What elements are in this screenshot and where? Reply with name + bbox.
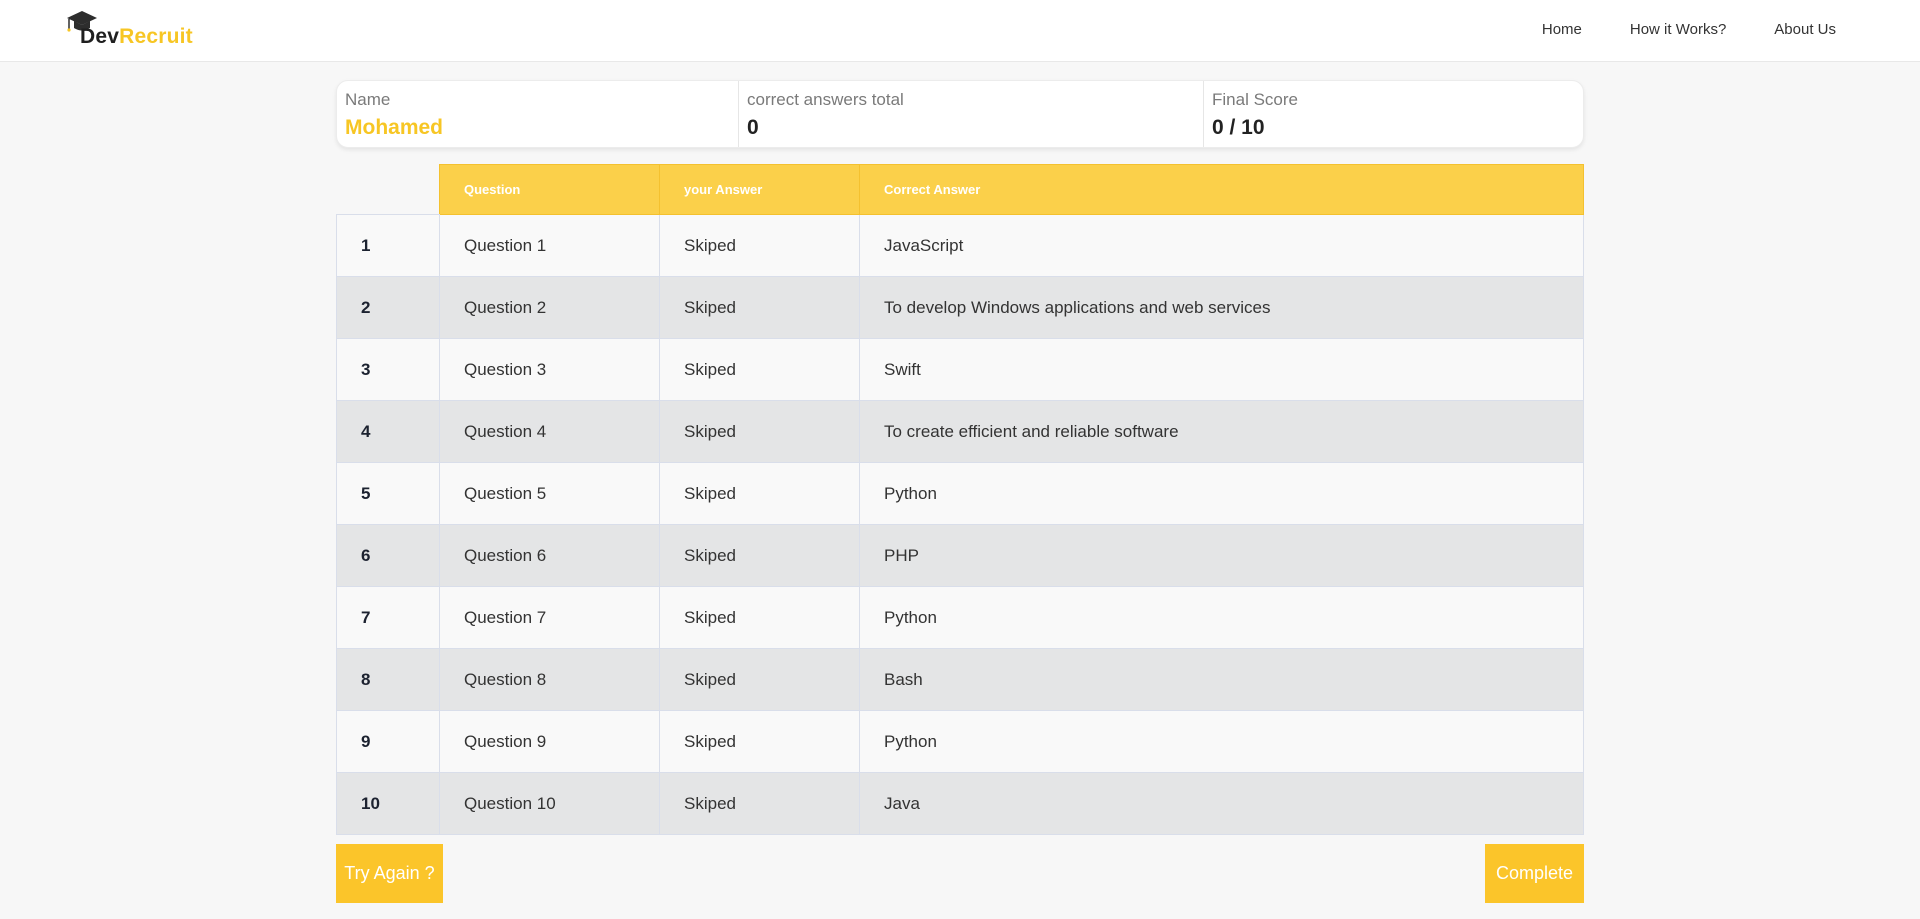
row-question: Question 2 <box>439 276 660 339</box>
name-label: Name <box>345 90 391 109</box>
table-row: 5 Question 5 Skiped Python <box>336 462 1584 525</box>
row-number: 8 <box>336 648 440 711</box>
row-question: Question 1 <box>439 214 660 277</box>
top-navbar: DevRecruit Home How it Works? About Us <box>0 0 1920 62</box>
summary-correct-cell: correct answers total 0 <box>739 81 1204 147</box>
results-table: Question your Answer Correct Answer 1 Qu… <box>336 164 1584 835</box>
nav-how-it-works-link[interactable]: How it Works? <box>1630 21 1726 38</box>
row-question: Question 3 <box>439 338 660 401</box>
table-row: 2 Question 2 Skiped To develop Windows a… <box>336 276 1584 339</box>
row-question: Question 5 <box>439 462 660 525</box>
brand-logo[interactable]: DevRecruit <box>66 9 193 49</box>
row-correct-answer: To create efficient and reliable softwar… <box>859 400 1584 463</box>
complete-button[interactable]: Complete <box>1485 844 1584 903</box>
table-row: 4 Question 4 Skiped To create efficient … <box>336 400 1584 463</box>
nav-home-link[interactable]: Home <box>1542 21 1582 38</box>
row-number: 10 <box>336 772 440 835</box>
nav-about-us-link[interactable]: About Us <box>1774 21 1836 38</box>
table-row: 6 Question 6 Skiped PHP <box>336 524 1584 587</box>
row-number: 4 <box>336 400 440 463</box>
name-value: Mohamed <box>345 116 444 139</box>
row-question: Question 6 <box>439 524 660 587</box>
brand-dev-text: Dev <box>80 25 120 48</box>
row-correct-answer: PHP <box>859 524 1584 587</box>
row-your-answer: Skiped <box>659 276 860 339</box>
row-question: Question 7 <box>439 586 660 649</box>
row-correct-answer: Python <box>859 586 1584 649</box>
row-question: Question 10 <box>439 772 660 835</box>
table-header-row: Question your Answer Correct Answer <box>336 164 1584 215</box>
table-row: 7 Question 7 Skiped Python <box>336 586 1584 649</box>
table-row: 10 Question 10 Skiped Java <box>336 772 1584 835</box>
table-row: 8 Question 8 Skiped Bash <box>336 648 1584 711</box>
row-number: 5 <box>336 462 440 525</box>
row-correct-answer: Java <box>859 772 1584 835</box>
row-your-answer: Skiped <box>659 214 860 277</box>
main-nav: Home How it Works? About Us <box>1542 21 1836 38</box>
row-correct-answer: To develop Windows applications and web … <box>859 276 1584 339</box>
final-score-value: 0 / 10 <box>1212 116 1265 139</box>
correct-total-label: correct answers total <box>747 90 904 109</box>
row-your-answer: Skiped <box>659 524 860 587</box>
final-score-label: Final Score <box>1212 90 1298 109</box>
row-question: Question 8 <box>439 648 660 711</box>
summary-score-cell: Final Score 0 / 10 <box>1204 81 1583 147</box>
summary-name-cell: Name Mohamed <box>337 81 739 147</box>
row-correct-answer: Swift <box>859 338 1584 401</box>
row-number: 6 <box>336 524 440 587</box>
header-index <box>336 164 440 215</box>
row-your-answer: Skiped <box>659 772 860 835</box>
row-number: 2 <box>336 276 440 339</box>
row-correct-answer: Python <box>859 462 1584 525</box>
header-question: Question <box>439 164 660 215</box>
try-again-button[interactable]: Try Again ? <box>336 844 443 903</box>
row-your-answer: Skiped <box>659 586 860 649</box>
row-your-answer: Skiped <box>659 462 860 525</box>
row-your-answer: Skiped <box>659 338 860 401</box>
row-number: 7 <box>336 586 440 649</box>
row-number: 9 <box>336 710 440 773</box>
table-row: 9 Question 9 Skiped Python <box>336 710 1584 773</box>
table-row: 1 Question 1 Skiped JavaScript <box>336 214 1584 277</box>
brand-recruit-text: Recruit <box>119 25 193 48</box>
row-correct-answer: Python <box>859 710 1584 773</box>
results-summary-card: Name Mohamed correct answers total 0 Fin… <box>336 80 1584 148</box>
header-correct-answer: Correct Answer <box>859 164 1584 215</box>
correct-total-value: 0 <box>747 116 759 139</box>
row-question: Question 9 <box>439 710 660 773</box>
table-row: 3 Question 3 Skiped Swift <box>336 338 1584 401</box>
row-number: 3 <box>336 338 440 401</box>
brand-name: DevRecruit <box>80 25 193 49</box>
row-your-answer: Skiped <box>659 648 860 711</box>
row-question: Question 4 <box>439 400 660 463</box>
row-your-answer: Skiped <box>659 400 860 463</box>
row-number: 1 <box>336 214 440 277</box>
row-correct-answer: Bash <box>859 648 1584 711</box>
header-your-answer: your Answer <box>659 164 860 215</box>
row-correct-answer: JavaScript <box>859 214 1584 277</box>
row-your-answer: Skiped <box>659 710 860 773</box>
